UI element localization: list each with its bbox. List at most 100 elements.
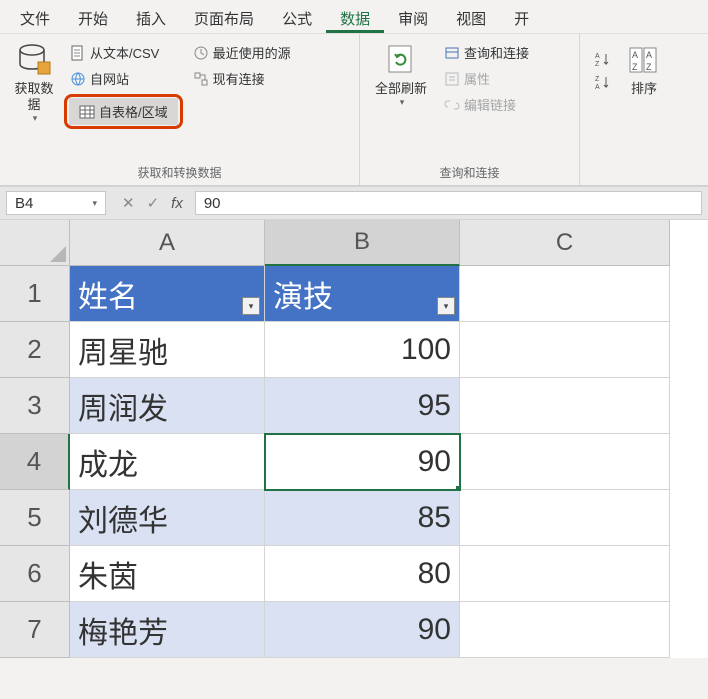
sort-asc-icon: AZ	[594, 51, 610, 67]
ribbon-group-queries: 全部刷新 ▾ 查询和连接 属性 编辑链接 查询和连接	[360, 34, 580, 185]
group-sort-label	[586, 178, 670, 185]
from-table-highlight: 自表格/区域	[64, 94, 183, 129]
svg-text:Z: Z	[646, 62, 652, 72]
properties-label: 属性	[464, 69, 490, 88]
recent-sources-button[interactable]: 最近使用的源	[187, 40, 297, 65]
cell-c5[interactable]	[460, 490, 670, 546]
formula-bar-input[interactable]: 90	[195, 191, 702, 215]
cell-b7[interactable]: 90	[265, 602, 460, 658]
row-header-7[interactable]: 7	[0, 602, 70, 658]
svg-text:A: A	[646, 50, 652, 60]
cell-a6[interactable]: 朱茵	[70, 546, 265, 602]
tab-formulas[interactable]: 公式	[268, 0, 326, 33]
properties-icon	[444, 71, 460, 87]
tab-home[interactable]: 开始	[64, 0, 122, 33]
cell-c4[interactable]	[460, 434, 670, 490]
cell-b3[interactable]: 95	[265, 378, 460, 434]
grid: A B C 1 姓名 ▾ 演技 ▾ 2 周星驰 100 3 周润发 95 4 成…	[0, 220, 708, 658]
cell-a7[interactable]: 梅艳芳	[70, 602, 265, 658]
cell-c2[interactable]	[460, 322, 670, 378]
cell-c6[interactable]	[460, 546, 670, 602]
tab-insert[interactable]: 插入	[122, 0, 180, 33]
chevron-down-icon: ▾	[400, 97, 405, 108]
tab-view[interactable]: 视图	[442, 0, 500, 33]
row-header-3[interactable]: 3	[0, 378, 70, 434]
database-icon	[16, 42, 52, 78]
tab-review[interactable]: 审阅	[384, 0, 442, 33]
cell-b5[interactable]: 85	[265, 490, 460, 546]
table-header-score-label: 演技	[273, 272, 333, 316]
row-header-6[interactable]: 6	[0, 546, 70, 602]
ribbon-group-sort: AZ ZA AZAZ 排序	[580, 34, 676, 185]
table-header-name-label: 姓名	[78, 272, 138, 316]
col-header-c[interactable]: C	[460, 220, 670, 266]
recent-sources-label: 最近使用的源	[213, 43, 291, 62]
sort-button[interactable]: AZAZ 排序	[618, 38, 670, 178]
formula-bar-value: 90	[204, 195, 221, 212]
cell-a2[interactable]: 周星驰	[70, 322, 265, 378]
sort-desc-button[interactable]: ZA	[588, 71, 616, 93]
tab-layout[interactable]: 页面布局	[180, 0, 268, 33]
from-text-csv-button[interactable]: 从文本/CSV	[64, 40, 183, 65]
tab-data[interactable]: 数据	[326, 0, 384, 33]
cancel-icon[interactable]: ✕	[122, 194, 135, 212]
properties-button: 属性	[438, 66, 535, 91]
ribbon-tabs: 文件 开始 插入 页面布局 公式 数据 审阅 视图 开	[0, 0, 708, 34]
cell-a4[interactable]: 成龙	[70, 434, 265, 490]
cell-b6[interactable]: 80	[265, 546, 460, 602]
col-header-b[interactable]: B	[265, 220, 460, 266]
col-header-a[interactable]: A	[70, 220, 265, 266]
from-text-csv-label: 从文本/CSV	[90, 43, 159, 62]
sort-label: 排序	[631, 81, 657, 97]
refresh-all-label: 全部刷新	[375, 81, 427, 97]
svg-text:Z: Z	[595, 61, 600, 67]
ribbon-group-get-transform: 获取数 据 ▾ 从文本/CSV 自网站 自表格/区域	[0, 34, 360, 185]
refresh-icon	[383, 42, 419, 78]
spreadsheet: A B C 1 姓名 ▾ 演技 ▾ 2 周星驰 100 3 周润发 95 4 成…	[0, 220, 708, 658]
edit-links-icon	[444, 97, 460, 113]
from-table-range-button[interactable]: 自表格/区域	[69, 98, 178, 125]
get-data-button[interactable]: 获取数 据 ▾	[6, 38, 62, 161]
table-header-score[interactable]: 演技 ▾	[265, 266, 460, 322]
cell-c3[interactable]	[460, 378, 670, 434]
svg-text:Z: Z	[595, 76, 600, 83]
cell-b4[interactable]: 90	[265, 434, 460, 490]
chevron-down-icon: ▾	[33, 113, 38, 124]
row-header-2[interactable]: 2	[0, 322, 70, 378]
enter-icon[interactable]: ✓	[147, 194, 160, 212]
existing-connections-label: 现有连接	[213, 69, 265, 88]
recent-icon	[193, 45, 209, 61]
group-get-transform-label: 获取和转换数据	[6, 161, 353, 185]
get-data-label: 获取数 据	[14, 81, 53, 113]
existing-connections-button[interactable]: 现有连接	[187, 66, 297, 91]
cell-a3[interactable]: 周润发	[70, 378, 265, 434]
cell-b2[interactable]: 100	[265, 322, 460, 378]
sort-desc-icon: ZA	[594, 74, 610, 90]
cell-c7[interactable]	[460, 602, 670, 658]
tab-more[interactable]: 开	[500, 0, 543, 33]
filter-dropdown-icon[interactable]: ▾	[242, 297, 260, 315]
sort-asc-button[interactable]: AZ	[588, 48, 616, 70]
cell-a5[interactable]: 刘德华	[70, 490, 265, 546]
chevron-down-icon[interactable]: ▾	[92, 198, 97, 209]
tab-file[interactable]: 文件	[6, 0, 64, 33]
fx-icon[interactable]: fx	[171, 195, 183, 212]
file-icon	[70, 45, 86, 61]
from-web-button[interactable]: 自网站	[64, 66, 183, 91]
svg-text:A: A	[595, 84, 600, 90]
select-all-corner[interactable]	[0, 220, 70, 266]
refresh-all-button[interactable]: 全部刷新 ▾	[366, 38, 436, 161]
cell-c1[interactable]	[460, 266, 670, 322]
filter-dropdown-icon[interactable]: ▾	[437, 297, 455, 315]
from-table-range-label: 自表格/区域	[99, 102, 168, 121]
queries-connections-button[interactable]: 查询和连接	[438, 40, 535, 65]
row-header-4[interactable]: 4	[0, 434, 70, 490]
from-web-label: 自网站	[90, 69, 129, 88]
connection-icon	[193, 71, 209, 87]
row-header-1[interactable]: 1	[0, 266, 70, 322]
table-header-name[interactable]: 姓名 ▾	[70, 266, 265, 322]
ribbon: 获取数 据 ▾ 从文本/CSV 自网站 自表格/区域	[0, 34, 708, 186]
name-box[interactable]: B4 ▾	[6, 191, 106, 215]
row-header-5[interactable]: 5	[0, 490, 70, 546]
svg-text:A: A	[595, 53, 600, 60]
